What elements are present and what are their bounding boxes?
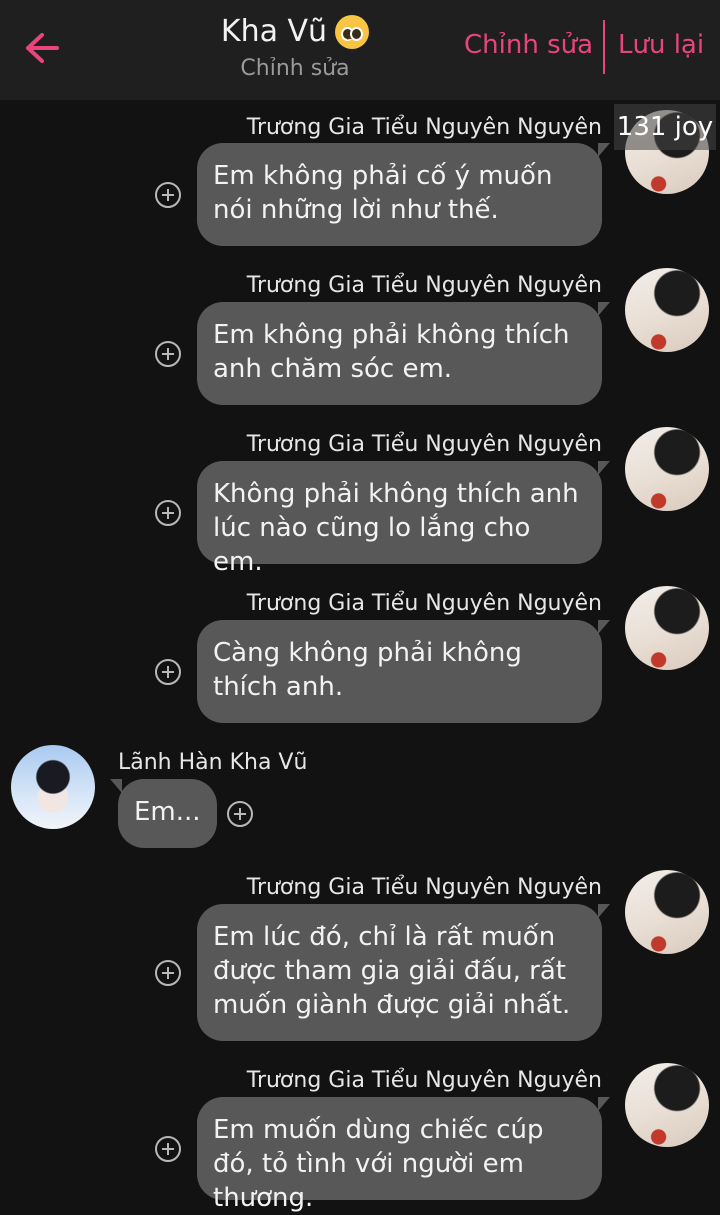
save-button[interactable]: Lưu lại bbox=[618, 30, 704, 60]
message-bubble[interactable]: Càng không phải không thích anh. bbox=[197, 620, 610, 723]
chat-title-block: Kha Vũ Chỉnh sửa bbox=[140, 12, 450, 81]
add-reaction-icon[interactable] bbox=[227, 801, 253, 827]
sender-name: Trương Gia Tiểu Nguyên Nguyên bbox=[246, 432, 602, 457]
sender-name: Trương Gia Tiểu Nguyên Nguyên bbox=[246, 273, 602, 298]
sender-name: Trương Gia Tiểu Nguyên Nguyên bbox=[246, 591, 602, 616]
chat-subtitle: Chỉnh sửa bbox=[240, 56, 350, 81]
add-reaction-icon[interactable] bbox=[155, 182, 181, 208]
message-bubble[interactable]: Em không phải cố ý muốn nói những lời nh… bbox=[197, 143, 610, 246]
message-bubble[interactable]: Em lúc đó, chỉ là rất muốn được tham gia… bbox=[197, 904, 610, 1041]
avatar[interactable] bbox=[625, 427, 709, 511]
sender-name: Trương Gia Tiểu Nguyên Nguyên bbox=[246, 875, 602, 900]
chat-title: Kha Vũ bbox=[140, 12, 450, 52]
add-reaction-icon[interactable] bbox=[155, 960, 181, 986]
sender-name: Trương Gia Tiểu Nguyên Nguyên bbox=[246, 115, 602, 140]
add-reaction-icon[interactable] bbox=[155, 659, 181, 685]
message-bubble[interactable]: Em... bbox=[110, 779, 217, 848]
avatar[interactable] bbox=[625, 870, 709, 954]
add-reaction-icon[interactable] bbox=[155, 1136, 181, 1162]
sender-name: Lãnh Hàn Kha Vũ bbox=[118, 750, 308, 775]
joy-counter-badge: 131 joy bbox=[614, 104, 716, 150]
message-bubble[interactable]: Em không phải không thích anh chăm sóc e… bbox=[197, 302, 610, 405]
avatar[interactable] bbox=[625, 1063, 709, 1147]
chat-title-text: Kha Vũ bbox=[220, 14, 328, 49]
avatar[interactable] bbox=[625, 586, 709, 670]
message-bubble[interactable]: Không phải không thích anh lúc nào cũng … bbox=[197, 461, 610, 577]
avatar[interactable] bbox=[625, 268, 709, 352]
add-reaction-icon[interactable] bbox=[155, 500, 181, 526]
back-arrow-icon[interactable] bbox=[22, 28, 62, 68]
sender-name: Trương Gia Tiểu Nguyên Nguyên bbox=[246, 1068, 602, 1093]
edit-button[interactable]: Chỉnh sửa bbox=[464, 30, 593, 60]
pleading-face-emoji-icon bbox=[335, 15, 370, 49]
add-reaction-icon[interactable] bbox=[155, 341, 181, 367]
header-divider bbox=[603, 20, 605, 74]
top-bar: Kha Vũ Chỉnh sửa Chỉnh sửa Lưu lại bbox=[0, 0, 720, 100]
avatar[interactable] bbox=[11, 745, 95, 829]
message-bubble[interactable]: Em muốn dùng chiếc cúp đó, tỏ tình với n… bbox=[197, 1097, 610, 1213]
